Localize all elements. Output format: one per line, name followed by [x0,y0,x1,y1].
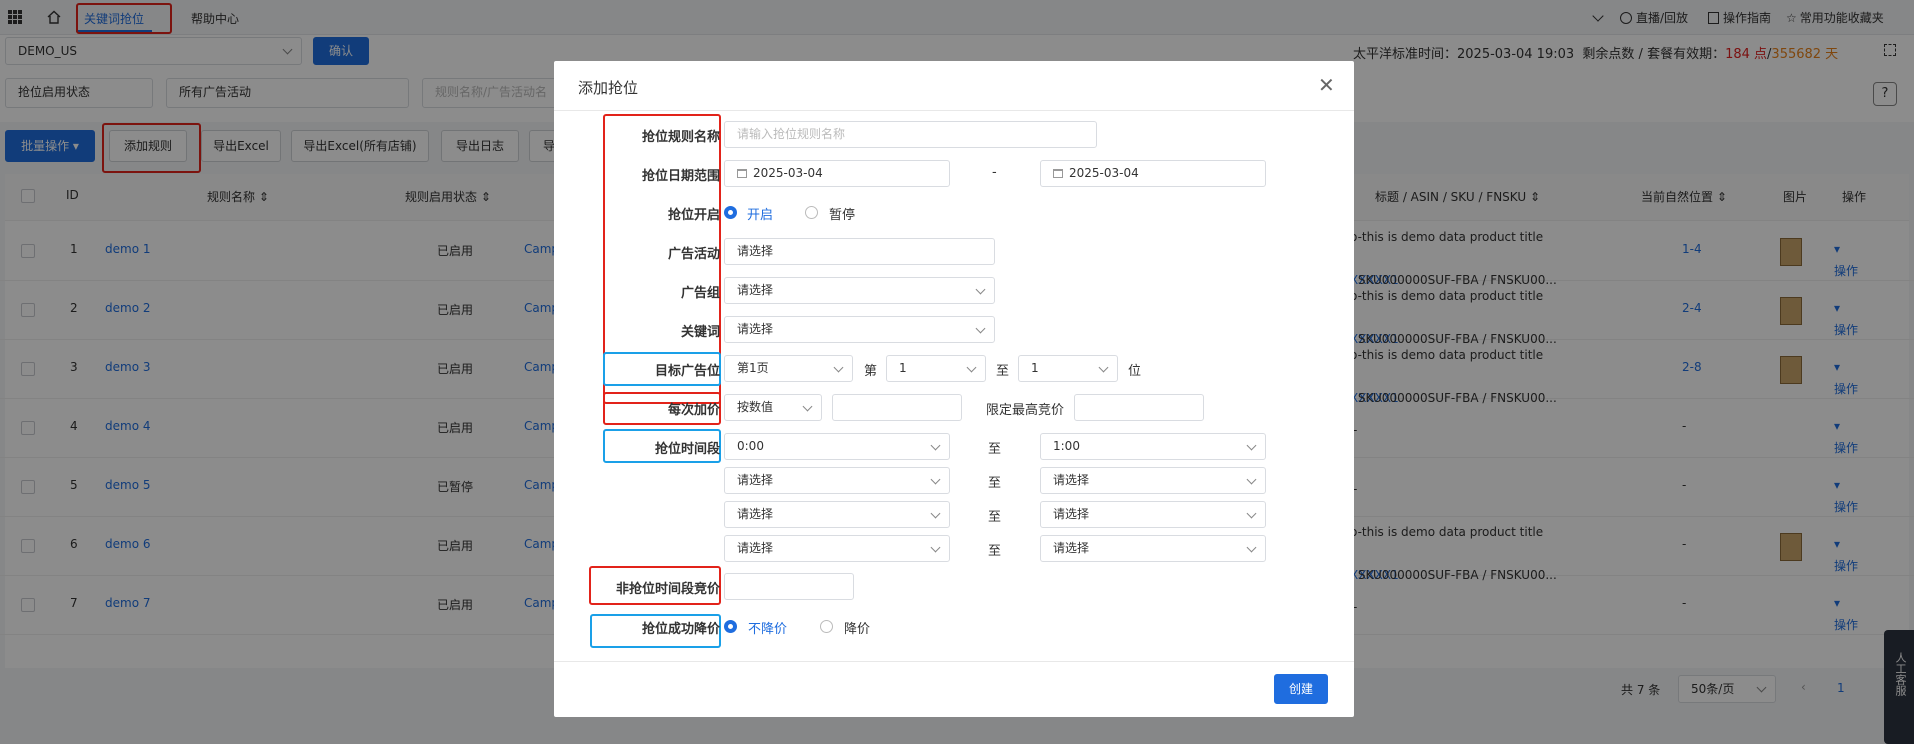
enable-off-radio[interactable] [805,206,818,219]
drop-no-label[interactable]: 不降价 [748,618,787,637]
enable-on-label[interactable]: 开启 [747,204,773,223]
label-success-drop: 抢位成功降价 [641,622,720,637]
slot1-end-select[interactable]: 1:00 [1040,433,1266,460]
add-bid-modal: 添加抢位 ✕ 抢位规则名称 抢位日期范围 抢位开启 广告活动 广告组 关键词 目… [554,61,1354,717]
label-ad-group: 广告组 [680,286,720,301]
slot3-start-select[interactable]: 请选择 [724,501,950,528]
slot-to-label: 至 [988,510,1002,525]
label-keyword: 关键词 [680,325,720,340]
drop-no-radio[interactable] [724,620,737,633]
modal-title: 添加抢位 [578,79,639,97]
slot-to-label: 至 [988,544,1002,559]
max-bid-label: 限定最高竞价 [986,403,1065,418]
page-select[interactable]: 第1页 [724,355,853,382]
slot4-end-select[interactable]: 请选择 [1040,535,1266,562]
label-date-range: 抢位日期范围 [641,169,720,184]
ad-group-select[interactable]: 请选择 [724,277,995,304]
slot2-end-select[interactable]: 请选择 [1040,467,1266,494]
slot4-start-select[interactable]: 请选择 [724,535,950,562]
label-non-slot-bid: 非抢位时间段竞价 [615,582,720,597]
pos-prefix: 第 [864,364,878,379]
drop-yes-radio[interactable] [820,620,833,633]
bid-mode-select[interactable]: 按数值 [724,394,822,421]
label-target-position: 目标广告位 [654,364,720,379]
position-from-select[interactable]: 1 [886,355,986,382]
enable-off-label[interactable]: 暂停 [829,204,855,223]
label-time-slot: 抢位时间段 [654,442,720,457]
date-end-input[interactable]: 2025-03-04 [1040,160,1266,187]
rule-name-input[interactable]: 请输入抢位规则名称 [724,121,1097,148]
modal-footer [554,661,1354,717]
close-icon[interactable]: ✕ [1318,73,1335,97]
pos-unit: 位 [1128,364,1142,379]
modal-header [554,61,1354,111]
label-campaign: 广告活动 [667,247,720,262]
drop-yes-label[interactable]: 降价 [844,618,870,637]
keyword-select[interactable]: 请选择 [724,316,995,343]
label-enable: 抢位开启 [667,208,720,223]
slot2-start-select[interactable]: 请选择 [724,467,950,494]
pos-to-label: 至 [996,364,1010,379]
max-bid-input[interactable] [1074,394,1204,421]
create-button[interactable]: 创建 [1274,674,1328,704]
date-separator: - [992,165,997,180]
slot1-start-select[interactable]: 0:00 [724,433,950,460]
non-slot-bid-input[interactable] [724,573,854,600]
slot-to-label: 至 [988,442,1002,457]
label-bid-step: 每次加价 [667,403,720,418]
position-to-select[interactable]: 1 [1018,355,1118,382]
calendar-icon [1053,169,1063,178]
label-rule-name: 抢位规则名称 [641,130,720,145]
slot3-end-select[interactable]: 请选择 [1040,501,1266,528]
bid-step-input[interactable] [832,394,962,421]
slot-to-label: 至 [988,476,1002,491]
date-start-input[interactable]: 2025-03-04 [724,160,950,187]
enable-on-radio[interactable] [724,206,737,219]
calendar-icon [737,169,747,178]
campaign-select[interactable]: 请选择 [724,238,995,265]
